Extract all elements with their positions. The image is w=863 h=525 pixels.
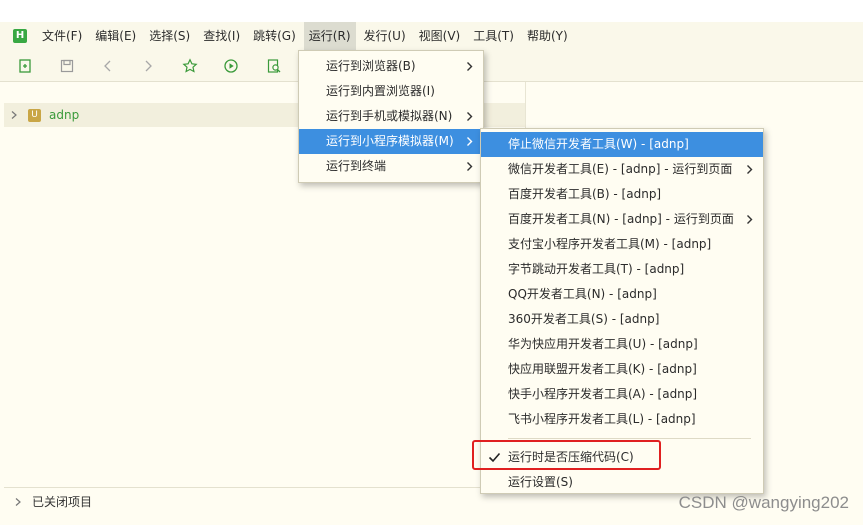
menu-run[interactable]: 运行(R) — [303, 22, 356, 50]
menu-item-label: 百度开发者工具(N) - [adnp] - 运行到页面 — [508, 212, 734, 226]
run-to-phone-emulator-item[interactable]: 运行到手机或模拟器(N) — [299, 104, 483, 129]
menu-item-label: 微信开发者工具(E) - [adnp] - 运行到页面 — [508, 162, 733, 176]
chevron-right-icon — [466, 154, 473, 179]
menu-separator — [508, 438, 751, 439]
menu-item-label: 运行到手机或模拟器(N) — [326, 109, 453, 123]
menu-item-label: 停止微信开发者工具(W) - [adnp] — [508, 137, 689, 151]
menu-item-label: QQ开发者工具(N) - [adnp] — [508, 287, 657, 301]
menu-item-label: 运行到浏览器(B) — [326, 59, 416, 73]
watermark-text: CSDN @wangying202 — [678, 493, 849, 512]
chevron-right-icon — [466, 129, 473, 154]
menu-item-label: 运行设置(S) — [508, 475, 573, 489]
menu-tools[interactable]: 工具(T) — [468, 22, 519, 50]
run-menu: 运行到浏览器(B) 运行到内置浏览器(I) 运行到手机或模拟器(N) 运行到小程… — [298, 50, 484, 183]
360-devtools-item[interactable]: 360开发者工具(S) - [adnp] — [481, 307, 763, 332]
annotation-highlight-box — [472, 440, 661, 470]
run-to-terminal-item[interactable]: 运行到终端 — [299, 154, 483, 179]
closed-projects-label: 已关闭项目 — [32, 495, 93, 509]
wechat-devtools-run-to-page-item[interactable]: 微信开发者工具(E) - [adnp] - 运行到页面 — [481, 157, 763, 182]
status-strip — [0, 515, 863, 525]
favorite-icon[interactable] — [179, 50, 201, 82]
expand-arrow-icon[interactable] — [14, 497, 24, 507]
menu-bar: H 文件(F) 编辑(E) 选择(S) 查找(I) 跳转(G) 运行(R) 发行… — [0, 22, 863, 50]
run-to-browser-item[interactable]: 运行到浏览器(B) — [299, 54, 483, 79]
baidu-devtools-item[interactable]: 百度开发者工具(B) - [adnp] — [481, 182, 763, 207]
run-to-miniprogram-simulator-item[interactable]: 运行到小程序模拟器(M) — [299, 129, 483, 154]
chevron-right-icon — [746, 207, 753, 232]
project-name: adnp — [49, 108, 80, 122]
quickapp-alliance-devtools-item[interactable]: 快应用联盟开发者工具(K) - [adnp] — [481, 357, 763, 382]
menu-item-label: 飞书小程序开发者工具(L) - [adnp] — [508, 412, 696, 426]
stop-wechat-devtools-item[interactable]: 停止微信开发者工具(W) - [adnp] — [481, 132, 763, 157]
menu-publish[interactable]: 发行(U) — [359, 22, 411, 50]
save-icon[interactable] — [56, 50, 78, 82]
menu-edit[interactable]: 编辑(E) — [90, 22, 141, 50]
expand-arrow-icon[interactable] — [10, 110, 20, 120]
menu-item-label: 字节跳动开发者工具(T) - [adnp] — [508, 262, 685, 276]
baidu-devtools-run-to-page-item[interactable]: 百度开发者工具(N) - [adnp] - 运行到页面 — [481, 207, 763, 232]
chevron-right-icon — [466, 54, 473, 79]
back-icon[interactable] — [97, 50, 119, 82]
menu-item-label: 支付宝小程序开发者工具(M) - [adnp] — [508, 237, 712, 251]
menu-goto[interactable]: 跳转(G) — [248, 22, 301, 50]
kuaishou-devtools-item[interactable]: 快手小程序开发者工具(A) - [adnp] — [481, 382, 763, 407]
menu-file[interactable]: 文件(F) — [37, 22, 87, 50]
chevron-right-icon — [746, 157, 753, 182]
menu-select[interactable]: 选择(S) — [144, 22, 195, 50]
chevron-right-icon — [466, 104, 473, 129]
window-top-strip — [0, 0, 863, 22]
run-settings-item[interactable]: 运行设置(S) — [481, 470, 763, 495]
menu-item-label: 运行到内置浏览器(I) — [326, 84, 435, 98]
run-to-builtin-browser-item[interactable]: 运行到内置浏览器(I) — [299, 79, 483, 104]
menu-help[interactable]: 帮助(Y) — [522, 22, 573, 50]
menu-item-label: 运行到小程序模拟器(M) — [326, 134, 454, 148]
run-icon[interactable] — [220, 50, 242, 82]
forward-icon[interactable] — [137, 50, 159, 82]
new-file-icon[interactable] — [14, 50, 36, 82]
menu-view[interactable]: 视图(V) — [414, 22, 466, 50]
uniapp-project-icon: U — [28, 108, 41, 122]
menu-find[interactable]: 查找(I) — [198, 22, 245, 50]
qq-devtools-item[interactable]: QQ开发者工具(N) - [adnp] — [481, 282, 763, 307]
menu-item-label: 360开发者工具(S) - [adnp] — [508, 312, 660, 326]
preview-icon[interactable] — [263, 50, 285, 82]
closed-projects-section[interactable]: 已关闭项目 — [4, 487, 525, 515]
alipay-devtools-item[interactable]: 支付宝小程序开发者工具(M) - [adnp] — [481, 232, 763, 257]
menu-item-label: 快手小程序开发者工具(A) - [adnp] — [508, 387, 698, 401]
hbuilder-logo-icon: H — [13, 29, 27, 43]
menu-item-label: 运行到终端 — [326, 159, 387, 173]
bytedance-devtools-item[interactable]: 字节跳动开发者工具(T) - [adnp] — [481, 257, 763, 282]
huawei-quickapp-devtools-item[interactable]: 华为快应用开发者工具(U) - [adnp] — [481, 332, 763, 357]
menu-item-label: 快应用联盟开发者工具(K) - [adnp] — [508, 362, 697, 376]
menu-item-label: 百度开发者工具(B) - [adnp] — [508, 187, 662, 201]
feishu-devtools-item[interactable]: 飞书小程序开发者工具(L) - [adnp] — [481, 407, 763, 432]
menu-item-label: 华为快应用开发者工具(U) - [adnp] — [508, 337, 698, 351]
